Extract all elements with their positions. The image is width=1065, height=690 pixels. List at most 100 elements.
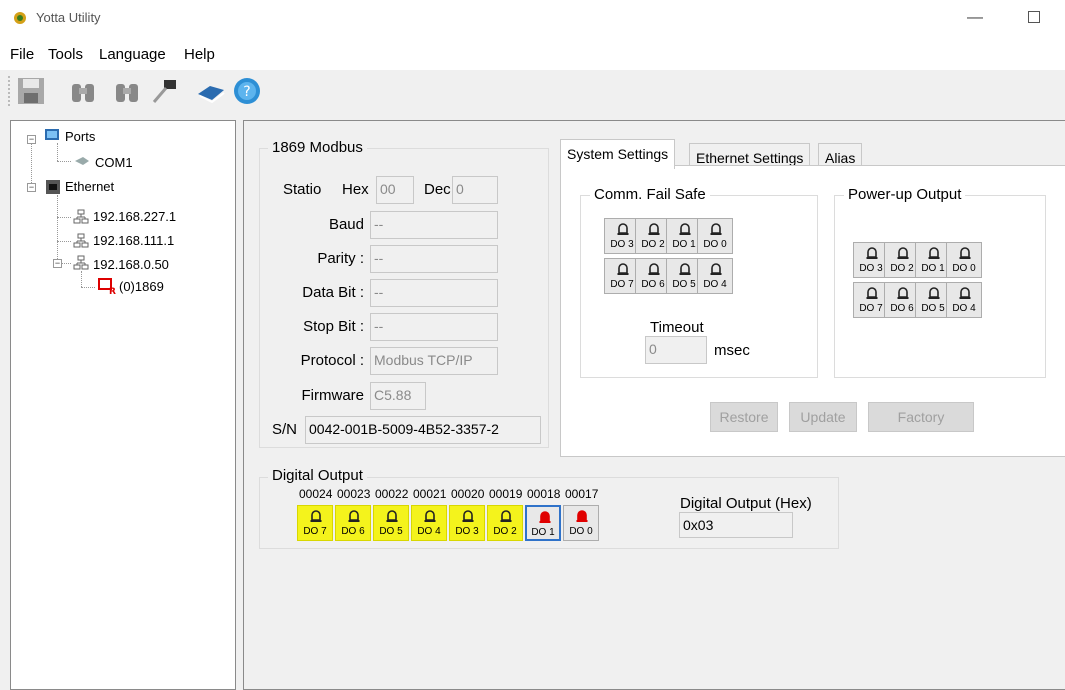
menu-help[interactable]: Help xyxy=(184,46,215,63)
timeout-label: Timeout xyxy=(650,319,704,336)
bell-icon xyxy=(928,247,940,259)
do-label: DO 3 xyxy=(859,263,883,274)
do-label: DO 2 xyxy=(493,526,517,537)
station-dec-field[interactable]: 0 xyxy=(452,176,498,204)
svg-text:?: ? xyxy=(243,84,250,100)
network-node-icon xyxy=(73,255,89,270)
timeout-field[interactable]: 0 xyxy=(645,336,707,364)
data-bit-label: Data Bit : xyxy=(302,284,364,301)
tab-system-settings[interactable]: System Settings xyxy=(560,139,676,169)
do-label: DO 7 xyxy=(303,526,327,537)
book-icon[interactable] xyxy=(196,76,226,106)
hex-label: Hex xyxy=(342,181,369,198)
do-label: DO 6 xyxy=(341,526,365,537)
do-label: DO 1 xyxy=(672,239,696,250)
network-tool-icon[interactable] xyxy=(150,76,180,106)
network-node-icon xyxy=(73,209,89,224)
baud-field[interactable]: -- xyxy=(370,211,498,239)
do-toggle-button[interactable]: DO 7 xyxy=(297,505,333,541)
bell-icon xyxy=(897,247,909,259)
bell-icon xyxy=(617,223,629,235)
modbus-address-label: 00023 xyxy=(337,487,371,501)
minimize-button[interactable]: — xyxy=(960,4,990,32)
do-label: DO 7 xyxy=(859,303,883,314)
help-icon[interactable]: ? xyxy=(232,76,262,106)
do-toggle-button[interactable]: DO 0 xyxy=(563,505,599,541)
update-button[interactable]: Update xyxy=(789,402,857,432)
tree-item-ip-2[interactable]: 192.168.111.1 xyxy=(93,233,174,248)
com-port-icon xyxy=(75,157,89,165)
factory-button[interactable]: Factory xyxy=(868,402,974,432)
parity-field[interactable]: -- xyxy=(370,245,498,273)
do-toggle-button[interactable]: DO 4 xyxy=(411,505,447,541)
do-toggle-button[interactable]: DO 4 xyxy=(946,282,982,318)
tree-item-ip-1[interactable]: 192.168.227.1 xyxy=(93,209,176,224)
device-tree: − Ports COM1 − Ethernet 192.168.227.1 19… xyxy=(10,120,236,690)
do-toggle-button[interactable]: DO 1 xyxy=(525,505,561,541)
do-toggle-button[interactable]: DO 6 xyxy=(335,505,371,541)
digital-output-title: Digital Output xyxy=(268,467,367,484)
do-toggle-button[interactable]: DO 4 xyxy=(697,258,733,294)
menu-file[interactable]: File xyxy=(10,46,34,63)
do-label: DO 1 xyxy=(921,263,945,274)
toolbar: ? xyxy=(0,70,1065,112)
parity-label: Parity : xyxy=(317,250,364,267)
tree-item-com1[interactable]: COM1 xyxy=(95,155,133,170)
do-label: DO 5 xyxy=(921,303,945,314)
collapse-ports-toggle[interactable]: − xyxy=(27,135,36,144)
bell-icon xyxy=(648,223,660,235)
do-toggle-button[interactable]: DO 0 xyxy=(946,242,982,278)
dec-label: Dec xyxy=(424,181,451,198)
collapse-ip-3-toggle[interactable]: − xyxy=(53,259,62,268)
bell-icon xyxy=(576,510,588,522)
protocol-field[interactable]: Modbus TCP/IP xyxy=(370,347,498,375)
toolbar-grip xyxy=(8,76,10,106)
sn-field[interactable]: 0042-001B-5009-4B52-3357-2 xyxy=(305,416,541,444)
modbus-address-label: 00019 xyxy=(489,487,523,501)
menu-tools[interactable]: Tools xyxy=(48,46,83,63)
binoculars-icon[interactable] xyxy=(68,76,98,106)
do-toggle-button[interactable]: DO 2 xyxy=(487,505,523,541)
save-icon[interactable] xyxy=(16,76,46,106)
baud-label: Baud xyxy=(328,216,364,233)
title-bar: Yotta Utility — xyxy=(0,0,1065,36)
do-label: DO 2 xyxy=(890,263,914,274)
firmware-field[interactable]: C5.88 xyxy=(370,382,426,410)
bell-icon xyxy=(959,287,971,299)
modbus-address-label: 00017 xyxy=(565,487,599,501)
do-label: DO 7 xyxy=(610,279,634,290)
bell-icon xyxy=(617,263,629,275)
station-label: Statio xyxy=(283,181,322,198)
tree-item-ip-3[interactable]: 192.168.0.50 xyxy=(93,257,169,272)
binoculars-next-icon[interactable] xyxy=(112,76,142,106)
collapse-ethernet-toggle[interactable]: − xyxy=(27,183,36,192)
maximize-button[interactable] xyxy=(1028,11,1040,23)
restore-button[interactable]: Restore xyxy=(710,402,778,432)
tree-item-device[interactable]: (0)1869 xyxy=(119,279,164,294)
station-hex-field[interactable]: 00 xyxy=(376,176,414,204)
comm-fail-safe-title: Comm. Fail Safe xyxy=(590,186,710,203)
do-toggle-button[interactable]: DO 0 xyxy=(697,218,733,254)
data-bit-field[interactable]: -- xyxy=(370,279,498,307)
tree-item-ethernet[interactable]: Ethernet xyxy=(65,179,114,194)
menu-language[interactable]: Language xyxy=(99,46,166,63)
do-label: DO 6 xyxy=(890,303,914,314)
firmware-label: Firmware xyxy=(301,387,365,404)
do-toggle-button[interactable]: DO 5 xyxy=(373,505,409,541)
bell-icon xyxy=(310,510,322,522)
device-module-icon: R xyxy=(98,278,116,295)
modbus-address-label: 00021 xyxy=(413,487,447,501)
gear-icon xyxy=(14,12,26,24)
ports-icon xyxy=(45,129,59,140)
bell-icon xyxy=(539,511,551,523)
do-label: DO 0 xyxy=(703,239,727,250)
digital-output-hex-field[interactable]: 0x03 xyxy=(679,512,793,538)
do-toggle-button[interactable]: DO 3 xyxy=(449,505,485,541)
do-label: DO 4 xyxy=(703,279,727,290)
bell-icon xyxy=(462,510,474,522)
protocol-label: Protocol : xyxy=(300,352,364,369)
stop-bit-field[interactable]: -- xyxy=(370,313,498,341)
svg-text:R: R xyxy=(109,287,116,295)
tree-item-ports[interactable]: Ports xyxy=(65,129,95,144)
bell-icon xyxy=(866,287,878,299)
